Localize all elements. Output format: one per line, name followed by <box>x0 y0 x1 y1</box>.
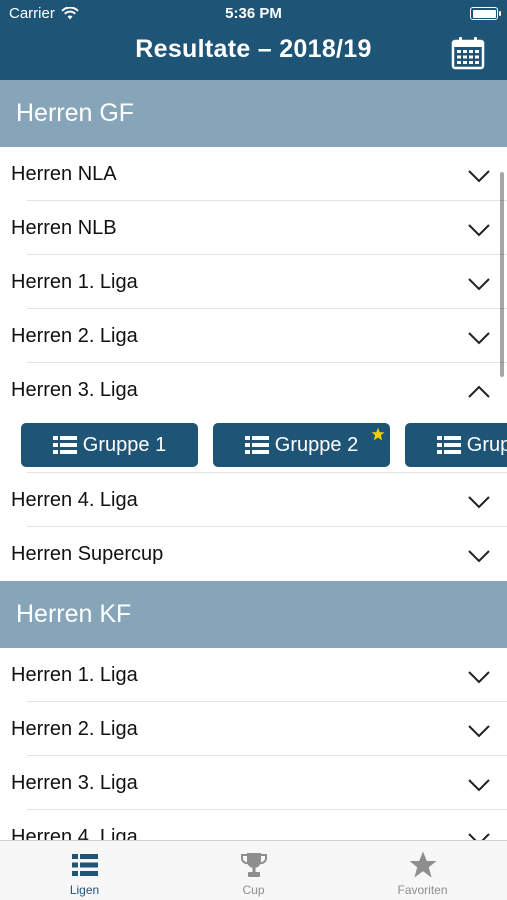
status-bar: Carrier 5:36 PM <box>0 0 507 28</box>
chevron-down-icon <box>468 278 490 291</box>
group-label: Gruppe 2 <box>274 433 359 456</box>
league-label: Herren Supercup <box>11 542 164 565</box>
group-label: Gruppe 3 <box>466 433 507 456</box>
league-label: Herren 1. Liga <box>11 663 138 686</box>
league-row-herren-nla[interactable]: Herren NLA <box>0 147 507 201</box>
chevron-down-icon <box>468 779 490 792</box>
league-label: Herren 4. Liga <box>11 825 138 841</box>
tab-label: Favoriten <box>397 883 448 897</box>
chevron-down-icon <box>468 496 490 509</box>
chevron-down-icon <box>468 550 490 563</box>
group-button-2[interactable]: Gruppe 2 <box>213 423 390 467</box>
league-row-herren-2-liga[interactable]: Herren 2. Liga <box>0 309 507 363</box>
tab-cup[interactable]: Cup <box>169 841 338 900</box>
league-row-herren-4-liga[interactable]: Herren 4. Liga <box>0 473 507 527</box>
league-row-kf-herren-4-liga[interactable]: Herren 4. Liga <box>0 810 507 840</box>
tab-ligen[interactable]: Ligen <box>0 841 169 900</box>
league-label: Herren 2. Liga <box>11 717 138 740</box>
section-title: Herren KF <box>16 600 132 628</box>
league-label: Herren 2. Liga <box>11 324 138 347</box>
league-label: Herren 3. Liga <box>11 378 138 401</box>
league-label: Herren 3. Liga <box>11 771 138 794</box>
list-icon <box>52 436 77 454</box>
section-title: Herren GF <box>16 99 135 127</box>
section-header-herren-kf: Herren KF <box>0 581 507 648</box>
league-row-herren-1-liga[interactable]: Herren 1. Liga <box>0 255 507 309</box>
list-icon <box>71 854 98 876</box>
chevron-down-icon <box>468 332 490 345</box>
navigation-bar: Resultate – 2018/19 <box>0 28 507 80</box>
league-row-herren-supercup[interactable]: Herren Supercup <box>0 527 507 581</box>
league-list[interactable]: Herren GF Herren NLA Herren NLB Herren 1… <box>0 80 507 840</box>
chevron-down-icon <box>468 170 490 183</box>
favorite-star-icon <box>371 427 385 441</box>
star-icon <box>409 851 436 878</box>
league-row-herren-3-liga[interactable]: Herren 3. Liga <box>0 363 507 417</box>
tab-label: Cup <box>242 883 265 897</box>
group-button-3[interactable]: Gruppe 3 <box>405 423 507 467</box>
scrollbar[interactable] <box>500 172 504 377</box>
group-buttons-row[interactable]: Gruppe 1 Gruppe 2 Gruppe 3 <box>0 417 507 473</box>
chevron-down-icon <box>468 833 490 840</box>
league-row-herren-nlb[interactable]: Herren NLB <box>0 201 507 255</box>
chevron-up-icon <box>468 385 490 398</box>
league-row-kf-herren-1-liga[interactable]: Herren 1. Liga <box>0 648 507 702</box>
trophy-icon <box>240 853 267 877</box>
chevron-down-icon <box>468 224 490 237</box>
chevron-down-icon <box>468 671 490 684</box>
tab-label: Ligen <box>69 883 100 897</box>
chevron-down-icon <box>468 725 490 738</box>
league-label: Herren NLA <box>11 162 117 185</box>
league-row-kf-herren-2-liga[interactable]: Herren 2. Liga <box>0 702 507 756</box>
list-icon <box>436 436 461 454</box>
page-title: Resultate – 2018/19 <box>135 35 372 63</box>
group-button-1[interactable]: Gruppe 1 <box>21 423 198 467</box>
league-label: Herren 1. Liga <box>11 270 138 293</box>
league-label: Herren 4. Liga <box>11 488 138 511</box>
status-time: 5:36 PM <box>225 5 282 22</box>
league-row-kf-herren-3-liga[interactable]: Herren 3. Liga <box>0 756 507 810</box>
calendar-icon[interactable] <box>451 36 485 70</box>
tab-favoriten[interactable]: Favoriten <box>338 841 507 900</box>
tab-bar: Ligen Cup Favoriten <box>0 840 507 900</box>
battery-icon <box>470 7 501 20</box>
section-header-herren-gf: Herren GF <box>0 80 507 147</box>
league-label: Herren NLB <box>11 216 117 239</box>
list-icon <box>244 436 269 454</box>
group-label: Gruppe 1 <box>82 433 167 456</box>
